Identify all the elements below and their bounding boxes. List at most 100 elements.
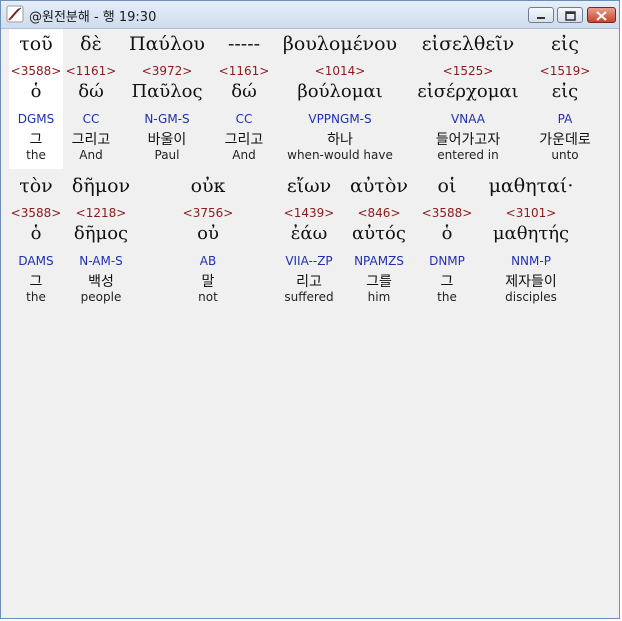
english-gloss: the bbox=[437, 290, 457, 304]
strongs-number: <3588> bbox=[421, 206, 473, 220]
greek-word: μαθηταί· bbox=[488, 175, 574, 197]
word-cell[interactable]: οὐκ <3756> οὐ AB 말 not bbox=[171, 171, 245, 311]
lemma: εἰς bbox=[551, 81, 579, 102]
title-bar[interactable]: @원전분해 - 행 19:30 bbox=[1, 1, 619, 29]
morphology-code: VPPNGM-S bbox=[308, 112, 372, 126]
strongs-number: <3588> bbox=[10, 206, 62, 220]
korean-gloss: 리고 bbox=[296, 274, 322, 290]
greek-word: οἱ bbox=[437, 175, 457, 197]
lemma: ὁ bbox=[30, 223, 42, 244]
strongs-number: <1161> bbox=[65, 64, 117, 78]
korean-gloss: 그리고 bbox=[224, 132, 264, 148]
greek-word: εἰς bbox=[551, 33, 579, 55]
english-gloss: Paul bbox=[154, 148, 180, 162]
morphology-code: DGMS bbox=[17, 112, 55, 126]
korean-gloss: 말 bbox=[201, 274, 215, 290]
strongs-number: <3972> bbox=[141, 64, 193, 78]
morphology-code: N-GM-S bbox=[144, 112, 190, 126]
greek-word: ----- bbox=[227, 33, 261, 55]
lemma: ὁ bbox=[441, 223, 453, 244]
morphology-code: AB bbox=[199, 254, 217, 268]
korean-gloss: 백성 bbox=[88, 274, 114, 290]
interlinear-panel: τοῦ <3588> ὁ DGMS 그 the δὲ <1161> δώ CC … bbox=[5, 29, 617, 616]
english-gloss: the bbox=[26, 148, 46, 162]
morphology-code: VNAA bbox=[451, 112, 485, 126]
greek-word: τοῦ bbox=[19, 33, 53, 55]
lemma: εἰσέρχομαι bbox=[417, 81, 519, 102]
word-cell[interactable]: οἱ <3588> ὁ DNMP 그 the bbox=[419, 171, 475, 311]
morphology-code: CC bbox=[235, 112, 253, 126]
english-gloss: the bbox=[26, 290, 46, 304]
greek-word: τὸν bbox=[19, 175, 53, 197]
morphology-code: VIIA--ZP bbox=[285, 254, 333, 268]
greek-word: οὐκ bbox=[190, 175, 226, 197]
english-gloss: And bbox=[232, 148, 256, 162]
greek-word: εἰσελθεῖν bbox=[421, 33, 515, 55]
korean-gloss: 그리고 bbox=[71, 132, 111, 148]
lemma: οὐ bbox=[197, 223, 219, 244]
morphology-code: NPAMZS bbox=[354, 254, 404, 268]
lemma: μαθητής bbox=[492, 223, 570, 244]
greek-word: δῆμον bbox=[71, 175, 131, 197]
app-window: @원전분해 - 행 19:30 τοῦ <3588> ὁ DGMS 그 the bbox=[0, 0, 620, 619]
word-cell[interactable]: δῆμον <1218> δῆμος N-AM-S 백성 people bbox=[65, 171, 137, 311]
morphology-code: DNMP bbox=[429, 254, 465, 268]
lemma: ὁ bbox=[30, 81, 42, 102]
word-cell[interactable]: μαθηταί· <3101> μαθητής NNM-P 제자들이 disci… bbox=[479, 171, 583, 311]
korean-gloss: 가운데로 bbox=[539, 132, 591, 148]
english-gloss: entered in bbox=[437, 148, 499, 162]
morphology-code: CC bbox=[82, 112, 100, 126]
greek-word: βουλομένου bbox=[282, 33, 398, 55]
english-gloss: unto bbox=[551, 148, 579, 162]
strongs-number: <1519> bbox=[539, 64, 591, 78]
word-cell[interactable]: εἴων <1439> ἐάω VIIA--ZP 리고 suffered bbox=[275, 171, 343, 311]
korean-gloss: 그 bbox=[29, 132, 43, 148]
korean-gloss: 제자들이 bbox=[505, 274, 557, 290]
english-gloss: And bbox=[79, 148, 103, 162]
close-icon bbox=[588, 8, 615, 22]
word-cell[interactable]: τὸν <3588> ὁ DAMS 그 the bbox=[9, 171, 63, 311]
minimize-button[interactable] bbox=[528, 7, 554, 23]
word-cell[interactable]: εἰς <1519> εἰς PA 가운데로 unto bbox=[531, 29, 599, 169]
strongs-number: <1218> bbox=[75, 206, 127, 220]
english-gloss: people bbox=[80, 290, 122, 304]
app-feather-icon[interactable] bbox=[6, 5, 24, 23]
lemma: αὐτός bbox=[352, 223, 406, 244]
window-title: @원전분해 - 행 19:30 bbox=[29, 10, 157, 25]
morphology-code: N-AM-S bbox=[79, 254, 123, 268]
word-cell[interactable]: τοῦ <3588> ὁ DGMS 그 the bbox=[9, 29, 63, 169]
morphology-code: DAMS bbox=[18, 254, 54, 268]
greek-word: δὲ bbox=[80, 33, 102, 55]
minimize-icon bbox=[529, 8, 553, 22]
word-cell[interactable]: Παύλου <3972> Παῦλος N-GM-S 바울이 Paul bbox=[123, 29, 211, 169]
morphology-code: PA bbox=[557, 112, 573, 126]
greek-word: αὐτὸν bbox=[350, 175, 408, 197]
lemma: δῆμος bbox=[73, 223, 129, 244]
strongs-number: <1439> bbox=[283, 206, 335, 220]
maximize-icon bbox=[558, 8, 582, 22]
english-gloss: him bbox=[367, 290, 391, 304]
word-cell[interactable]: αὐτὸν <846> αὐτός NPAMZS 그를 him bbox=[345, 171, 413, 311]
english-gloss: not bbox=[198, 290, 218, 304]
korean-gloss: 들어가고자 bbox=[435, 132, 501, 148]
lemma: δώ bbox=[78, 81, 104, 102]
korean-gloss: 그를 bbox=[366, 274, 392, 290]
greek-word: Παύλου bbox=[129, 33, 205, 55]
strongs-number: <3101> bbox=[505, 206, 557, 220]
word-cell[interactable]: εἰσελθεῖν <1525> εἰσέρχομαι VNAA 들어가고자 e… bbox=[405, 29, 531, 169]
word-cell[interactable]: βουλομένου <1014> βούλομαι VPPNGM-S 하나 w… bbox=[277, 29, 403, 169]
word-cell[interactable]: δὲ <1161> δώ CC 그리고 And bbox=[65, 29, 117, 169]
english-gloss: disciples bbox=[505, 290, 557, 304]
korean-gloss: 바울이 bbox=[147, 132, 187, 148]
lemma: ἐάω bbox=[290, 223, 328, 244]
word-cell[interactable]: ----- <1161> δώ CC 그리고 And bbox=[215, 29, 273, 169]
strongs-number: <3756> bbox=[182, 206, 234, 220]
korean-gloss: 그 bbox=[29, 274, 43, 290]
lemma: Παῦλος bbox=[131, 81, 203, 102]
strongs-number: <3588> bbox=[10, 64, 62, 78]
strongs-number: <1161> bbox=[218, 64, 270, 78]
close-button[interactable] bbox=[587, 7, 616, 23]
maximize-button[interactable] bbox=[557, 7, 583, 23]
korean-gloss: 그 bbox=[440, 274, 454, 290]
english-gloss: suffered bbox=[284, 290, 334, 304]
